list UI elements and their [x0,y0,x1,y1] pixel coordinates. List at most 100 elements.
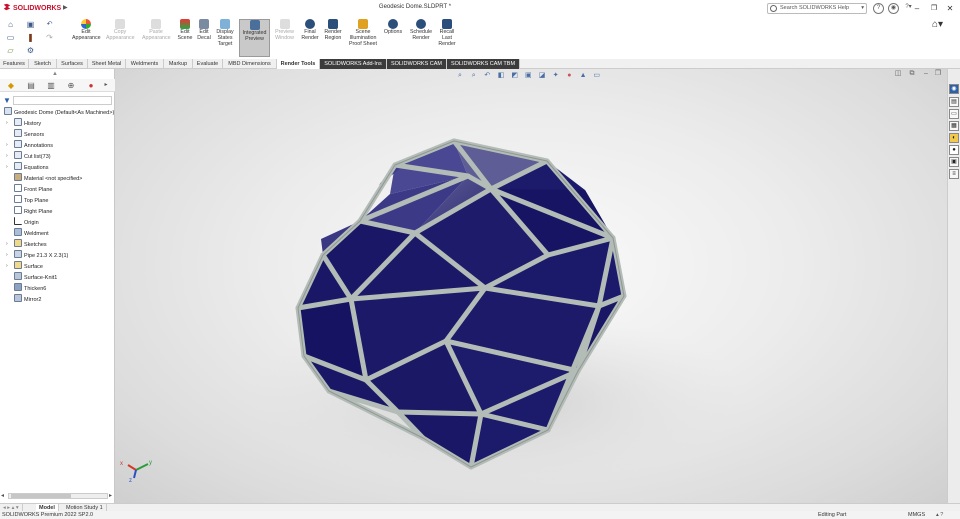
tree-item-sketches[interactable]: › Sketches [6,239,47,249]
tree-item-material[interactable]: Material <not specified> [14,173,82,183]
tree-item-thicken[interactable]: Thicken6 [14,283,46,293]
tab-solidworks-cam-tbm[interactable]: SOLIDWORKS CAM TBM [447,59,520,69]
save-icon[interactable]: ▣ [26,20,35,29]
scroll-right-icon[interactable]: ▸ [109,492,112,499]
ribbon-label: Edit Scene [177,29,193,41]
recall-last-render-button[interactable]: Recall Last Render [436,19,458,57]
options-button[interactable]: Options [382,19,404,57]
tab-sheet-metal[interactable]: Sheet Metal [88,59,126,69]
final-render-button[interactable]: Final Render [299,19,321,57]
tree-item-pipe[interactable]: › Pipe 21.3 X 2.3(1) [6,250,68,260]
traffic-light-icon[interactable]: ❚ [26,33,35,42]
tree-item-equations[interactable]: › Equations [6,162,48,172]
tab-features[interactable]: Features [0,59,29,69]
solidworks-logo[interactable]: SOLIDWORKS [3,3,61,12]
integrated-preview-button[interactable]: Integrated Preview [239,19,270,57]
minimize-button[interactable]: – [910,2,924,15]
expand-icon[interactable]: › [6,151,8,161]
expand-icon[interactable]: › [6,261,8,271]
scroll-left-icon[interactable]: ◂ [1,492,4,499]
options-gear-icon[interactable]: ⚙ [26,46,35,55]
design-library-icon[interactable]: ▤ [949,97,959,107]
property-manager-tab-icon[interactable]: ▤ [25,80,37,91]
tree-root[interactable]: Geodesic Dome (Default<As Machined>) [4,107,114,117]
search-dropdown-icon[interactable]: ▾ [861,4,864,13]
expand-icon[interactable]: › [6,250,8,260]
expand-icon[interactable]: › [6,162,8,172]
tree-item-weldment[interactable]: Weldment [14,228,49,238]
tree-horizontal-scrollbar[interactable] [8,493,108,499]
new-document-icon[interactable]: ▭ [6,33,15,42]
configuration-manager-tab-icon[interactable]: ▥ [45,80,57,91]
copy-appearance-button[interactable]: Copy Appearance [106,19,135,57]
expand-icon[interactable]: › [6,239,8,249]
tab-evaluate[interactable]: Evaluate [193,59,223,69]
user-icon[interactable]: ◉ [888,3,899,14]
panel-more-icon[interactable]: ▸ [100,80,112,91]
display-manager-tab-icon[interactable]: ● [85,80,97,91]
ribbon-label: Final Render [301,29,319,41]
scroll-thumb[interactable] [11,494,71,498]
graphics-viewport[interactable]: ⌕ ⌕ ↶ ◧ ◩ ▣ ◪ ✦ ● ▲ ▭ ◫ ⧉ – ❐ x y z [115,69,947,503]
tab-solidworks-add-ins[interactable]: SOLIDWORKS Add-Ins [320,59,387,69]
tab-surfaces[interactable]: Surfaces [57,59,88,69]
feature-manager-tab-icon[interactable]: ◆ [5,80,17,91]
tab-solidworks-cam[interactable]: SOLIDWORKS CAM [387,59,447,69]
solidworks-forum-icon[interactable]: ▣ [949,157,959,167]
tree-item-history[interactable]: › History [6,118,41,128]
dimxpert-tab-icon[interactable]: ⊕ [65,80,77,91]
tree-item-origin[interactable]: Origin [14,217,39,227]
tab-markup[interactable]: Markup [164,59,193,69]
solidworks-resources-icon[interactable]: ◉ [949,84,959,94]
tree-item-annotations[interactable]: › Annotations [6,140,53,150]
tab-sketch[interactable]: Sketch [29,59,57,69]
tree-item-front-plane[interactable]: Front Plane [14,184,52,194]
status-bar: SOLIDWORKS Premium 2022 SP2.0 Editing Pa… [0,511,960,519]
expand-icon[interactable]: › [6,118,8,128]
paste-appearance-button[interactable]: Paste Appearance [142,19,171,57]
edit-decal-button[interactable]: Edit Decal [196,19,212,57]
tree-item-label: Surface-Knit1 [24,275,58,281]
menu-expand-icon[interactable]: ▶ [63,4,68,11]
task-pane-home-icon[interactable]: ⌂▾ [932,19,943,30]
help-icon[interactable]: ? [873,3,884,14]
panel-collapse-icon[interactable]: ▲ [52,71,58,77]
maximize-button[interactable]: ❐ [927,2,941,15]
scene-illumination-proof-sheet-button[interactable]: Scene Illumination Proof Sheet [347,19,379,57]
status-bar-customize-icon[interactable]: ▴ ? [936,511,943,519]
tree-item-top-plane[interactable]: Top Plane [14,195,48,205]
tree-item-mirror[interactable]: Mirror2 [14,294,41,304]
render-region-button[interactable]: Render Region [322,19,344,57]
preview-window-button[interactable]: Preview Window [272,19,297,57]
edit-appearance-button[interactable]: Edit Appearance [72,19,101,57]
custom-properties-icon[interactable]: ● [949,145,959,155]
tree-item-cut-list[interactable]: › Cut list(73) [6,151,51,161]
appearances-icon[interactable]: ◐ [949,133,959,143]
expand-icon[interactable]: › [6,140,8,150]
filter-icon[interactable]: ▼ [3,96,11,105]
home-icon[interactable]: ⌂ [6,20,15,29]
tab-mbd-dimensions[interactable]: MBD Dimensions [223,59,277,69]
display-states-target-button[interactable]: Display States Target [214,19,236,57]
rebuild-icon[interactable]: ↶ [45,20,54,29]
help-search-input[interactable]: Search SOLIDWORKS Help ▾ [767,3,867,14]
units-selector[interactable]: MMGS [908,511,925,519]
schedule-render-button[interactable]: Schedule Render [408,19,434,57]
tab-weldments[interactable]: Weldments [126,59,164,69]
tree-item-sensors[interactable]: Sensors [14,129,44,139]
tree-item-right-plane[interactable]: Right Plane [14,206,52,216]
redo-icon[interactable]: ↷ [45,33,54,42]
close-button[interactable]: ✕ [943,2,957,15]
tree-item-surface-knit[interactable]: Surface-Knit1 [14,272,57,282]
tree-item-surface[interactable]: › Surface [6,261,43,271]
edit-scene-button[interactable]: Edit Scene [176,19,194,57]
tree-filter-input[interactable] [13,96,112,105]
coordinate-triad: x y z [120,460,152,484]
tree-item-label: Material <not specified> [24,176,83,182]
open-folder-icon[interactable]: ▱ [6,46,15,55]
file-explorer-icon[interactable]: ▭ [949,109,959,119]
view-palette-icon[interactable]: ▦ [949,121,959,131]
dome-model[interactable] [115,69,947,503]
task-pane-list-icon[interactable]: ≡ [949,169,959,179]
tab-render-tools[interactable]: Render Tools [277,59,320,69]
